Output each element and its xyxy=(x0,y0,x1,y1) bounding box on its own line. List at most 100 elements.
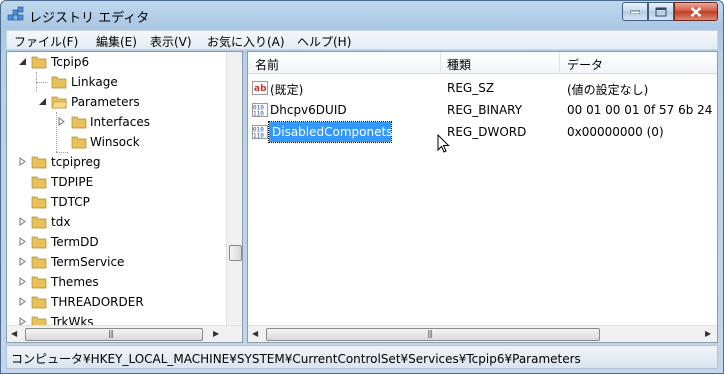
list-row-selected[interactable]: 010 110 DisabledComponets REG_DWORD 0x000… xyxy=(248,121,717,143)
string-value-icon: ab xyxy=(252,81,268,95)
value-data: 00 01 00 01 0f 57 6b 24 0 xyxy=(567,103,718,117)
column-header-name[interactable]: 名前 xyxy=(255,56,279,73)
status-bar: コンピュータ¥HKEY_LOCAL_MACHINE¥SYSTEM¥Current… xyxy=(6,345,718,369)
grip-icon: ||| xyxy=(427,329,433,338)
tree-item-winsock[interactable]: Winsock xyxy=(7,132,227,152)
tree-item-tcpipreg[interactable]: tcpipreg xyxy=(7,152,227,172)
tree-horizontal-scroll-thumb[interactable]: ||| xyxy=(25,328,203,341)
folder-icon xyxy=(31,296,47,309)
folder-icon xyxy=(31,236,47,249)
list-row[interactable]: 010 110 Dhcpv6DUID REG_BINARY 00 01 00 01… xyxy=(248,99,718,121)
folder-icon xyxy=(71,136,87,149)
folder-icon xyxy=(31,196,47,209)
scroll-left-icon[interactable]: ◀ xyxy=(11,329,17,338)
list-row[interactable]: ab (既定) REG_SZ (値の設定なし) xyxy=(248,77,717,99)
collapsed-arrow-icon xyxy=(19,257,26,266)
minimize-icon xyxy=(630,10,640,14)
values-list-pane[interactable]: 名前 種類 データ ab (既定) REG_SZ (値の設定なし) 010 110… xyxy=(247,51,718,343)
mouse-cursor-icon xyxy=(437,134,450,153)
expanded-arrow-icon xyxy=(19,58,26,65)
value-data: 0x00000000 (0) xyxy=(567,125,664,139)
menu-help[interactable]: ヘルプ(H) xyxy=(293,33,355,50)
close-button[interactable] xyxy=(674,2,718,21)
folder-icon xyxy=(31,156,47,169)
tree-item-interfaces[interactable]: Interfaces xyxy=(7,112,227,132)
tree-vertical-scrollbar[interactable] xyxy=(226,52,242,325)
status-path: コンピュータ¥HKEY_LOCAL_MACHINE¥SYSTEM¥Current… xyxy=(11,352,581,366)
tree-vertical-scroll-thumb[interactable] xyxy=(229,245,242,261)
value-name: DisabledComponets xyxy=(272,125,393,139)
collapsed-arrow-icon xyxy=(19,237,26,246)
menu-bar: ファイル(F) 編集(E) 表示(V) お気に入り(A) ヘルプ(H) xyxy=(6,30,718,50)
value-type: REG_DWORD xyxy=(447,125,527,139)
folder-icon xyxy=(31,256,47,269)
collapsed-arrow-icon xyxy=(58,117,65,126)
svg-text:110: 110 xyxy=(253,111,264,118)
menu-view[interactable]: 表示(V) xyxy=(146,33,196,50)
tree-item-label: TDPIPE xyxy=(51,175,94,189)
tree-item-label: TermDD xyxy=(51,235,99,249)
binary-value-icon: 010110 xyxy=(252,125,268,140)
scroll-right-icon[interactable]: ▶ xyxy=(213,329,219,338)
scroll-left-icon[interactable]: ◀ xyxy=(252,329,258,338)
maximize-button[interactable] xyxy=(648,2,674,21)
svg-text:ab: ab xyxy=(254,84,267,94)
collapsed-arrow-icon xyxy=(19,157,26,166)
tree-item-label: Interfaces xyxy=(90,115,150,129)
value-data: (値の設定なし) xyxy=(567,83,649,97)
collapsed-arrow-icon xyxy=(19,297,26,306)
tree-item-termservice[interactable]: TermService xyxy=(7,252,227,272)
tree-item-parameters[interactable]: Parameters xyxy=(7,92,227,112)
close-icon xyxy=(690,6,702,17)
binary-value-icon: 010110 xyxy=(252,103,268,118)
folder-icon xyxy=(31,216,47,229)
menu-file[interactable]: ファイル(F) xyxy=(10,33,82,50)
tree-item-label: TermService xyxy=(51,255,125,269)
tree-item-label: Winsock xyxy=(90,135,140,149)
tree-item-themes[interactable]: Themes xyxy=(7,272,227,292)
list-horizontal-scrollbar[interactable]: ◀ ||| ▶ xyxy=(248,325,717,342)
value-type: REG_SZ xyxy=(447,81,495,95)
tree-item-label: tcpipreg xyxy=(51,155,101,169)
maximize-icon xyxy=(655,7,667,16)
folder-icon xyxy=(71,116,87,129)
tree-item-threadorder[interactable]: THREADORDER xyxy=(7,292,227,312)
value-type: REG_BINARY xyxy=(447,103,523,117)
folder-icon xyxy=(31,176,47,189)
folder-icon xyxy=(31,276,47,289)
list-horizontal-scroll-thumb[interactable]: ||| xyxy=(266,328,600,341)
tree-item-tdtcp[interactable]: TDTCP xyxy=(7,192,227,212)
svg-text:110: 110 xyxy=(253,133,264,140)
column-header-row: 名前 種類 データ xyxy=(248,52,717,74)
grip-icon: ||| xyxy=(108,329,114,338)
column-header-data[interactable]: データ xyxy=(567,56,603,73)
column-divider[interactable] xyxy=(559,52,560,74)
tree-item-label: Linkage xyxy=(71,75,118,89)
scroll-right-icon[interactable]: ▶ xyxy=(705,329,711,338)
tree-item-tdpipe[interactable]: TDPIPE xyxy=(7,172,227,192)
value-name: (既定) xyxy=(270,83,304,97)
menu-edit[interactable]: 編集(E) xyxy=(92,33,141,50)
title-bar[interactable]: レジストリ エディタ xyxy=(1,1,723,29)
tree-item-linkage[interactable]: Linkage xyxy=(7,72,227,92)
tree-horizontal-scrollbar[interactable]: ◀ ||| ▶ xyxy=(7,325,242,342)
minimize-button[interactable] xyxy=(622,2,648,21)
collapsed-arrow-icon xyxy=(19,277,26,286)
tree-item-label: Tcpip6 xyxy=(51,55,90,69)
column-header-type[interactable]: 種類 xyxy=(447,56,471,73)
registry-editor-window: レジストリ エディタ ファイル(F) 編集(E) 表示(V) お気に入り(A) … xyxy=(0,0,724,374)
tree-item-label: TDTCP xyxy=(51,195,90,209)
tree-item-tcpip6[interactable]: Tcpip6 xyxy=(7,52,227,72)
folder-icon xyxy=(31,56,47,69)
folder-icon xyxy=(51,76,67,89)
menu-favorites[interactable]: お気に入り(A) xyxy=(203,33,289,50)
registry-editor-icon xyxy=(7,6,25,24)
tree-item-label: Parameters xyxy=(71,95,140,109)
tree-item-label: tdx xyxy=(51,215,71,229)
value-name: Dhcpv6DUID xyxy=(270,103,347,117)
tree-item-tdx[interactable]: tdx xyxy=(7,212,227,232)
key-tree-pane[interactable]: Tcpip6 Linkage Parameters Interfaces Win… xyxy=(6,51,243,343)
window-title: レジストリ エディタ xyxy=(29,11,150,26)
column-divider[interactable] xyxy=(440,52,441,74)
tree-item-termdd[interactable]: TermDD xyxy=(7,232,227,252)
